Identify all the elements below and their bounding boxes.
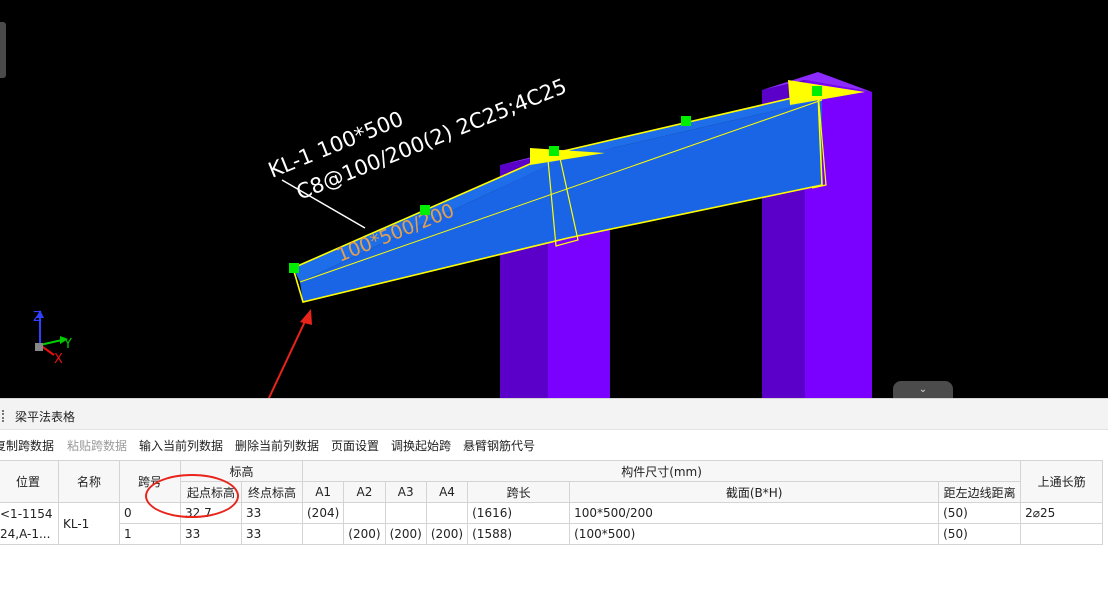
annotation-arrow-line <box>267 314 309 398</box>
header-dimensions[interactable]: 构件尺寸(mm) <box>301 460 1022 482</box>
chevron-down-icon: ⌄ <box>918 384 928 395</box>
grip-point-start[interactable] <box>289 263 299 273</box>
cell-top-bar[interactable]: 2⌀25 <box>1020 502 1104 524</box>
annotation-ellipse <box>145 474 239 518</box>
grip-point-mid2[interactable] <box>549 146 559 156</box>
grip-point-mid1[interactable] <box>420 205 430 215</box>
annotation-arrow-head <box>300 309 312 325</box>
paste-span-data-button[interactable]: 粘贴跨数据 <box>67 437 127 454</box>
axis-x-label: X <box>54 352 63 367</box>
header-section[interactable]: 截面(B*H) <box>569 481 940 503</box>
cell-span-len[interactable]: (1616) <box>467 502 571 524</box>
header-end-elev[interactable]: 终点标高 <box>241 481 303 503</box>
cantilever-rebar-code-button[interactable]: 悬臂钢筋代号 <box>463 437 535 454</box>
cell-a3[interactable]: (200) <box>384 523 427 545</box>
header-top-bar[interactable]: 上通长筋 <box>1020 460 1104 503</box>
cell-span-len[interactable]: (1588) <box>467 523 571 545</box>
cell-edge-dist[interactable]: (50) <box>938 502 1022 524</box>
input-column-data-button[interactable]: 输入当前列数据 <box>139 437 223 454</box>
side-panel-tab[interactable] <box>0 22 6 78</box>
header-a4[interactable]: A4 <box>425 481 469 503</box>
grip-point-end[interactable] <box>812 86 822 96</box>
header-a3[interactable]: A3 <box>384 481 427 503</box>
header-a2[interactable]: A2 <box>343 481 386 503</box>
panel-title-bar[interactable]: 梁平法表格 <box>0 398 1108 430</box>
drag-grip-icon[interactable] <box>2 410 6 422</box>
cell-edge-dist[interactable]: (50) <box>938 523 1022 545</box>
cell-section[interactable]: (100*500) <box>569 523 940 545</box>
cell-end-elev[interactable]: 33 <box>241 523 303 545</box>
table-toolbar: 复制跨数据 粘贴跨数据 输入当前列数据 删除当前列数据 页面设置 调换起始跨 悬… <box>0 434 1108 456</box>
axis-z-label: Z <box>33 310 42 325</box>
panel-title: 梁平法表格 <box>15 410 76 424</box>
collapse-panel-button[interactable]: ⌄ <box>893 381 953 398</box>
cell-a4[interactable] <box>425 502 469 524</box>
cell-name[interactable]: KL-1 <box>58 502 120 545</box>
page-setup-button[interactable]: 页面设置 <box>331 437 379 454</box>
header-position[interactable]: 位置 <box>0 460 59 503</box>
axis-gizmo: Z Y X <box>33 310 72 367</box>
cell-position[interactable]: <1-1154 24,A-1... <box>0 502 59 545</box>
header-edge-dist[interactable]: 距左边线距离 <box>938 481 1022 503</box>
delete-column-data-button[interactable]: 删除当前列数据 <box>235 437 319 454</box>
cell-end-elev[interactable]: 33 <box>241 502 303 524</box>
viewport-canvas[interactable]: KL-1 100*500 C8@100/200(2) 2C25;4C25 100… <box>0 0 1108 398</box>
header-a1[interactable]: A1 <box>301 481 345 503</box>
axis-y-label: Y <box>63 337 72 352</box>
3d-viewport[interactable]: KL-1 100*500 C8@100/200(2) 2C25;4C25 100… <box>0 0 1108 398</box>
header-span-len[interactable]: 跨长 <box>467 481 571 503</box>
cell-top-bar-empty[interactable] <box>1020 523 1104 545</box>
cell-a1[interactable] <box>301 523 345 545</box>
cell-a1[interactable]: (204) <box>301 502 345 524</box>
cell-a2[interactable] <box>343 502 386 524</box>
cell-start-elev[interactable]: 33 <box>180 523 242 545</box>
copy-span-data-button[interactable]: 复制跨数据 <box>0 437 54 454</box>
cell-span[interactable]: 1 <box>119 523 181 545</box>
cell-a3[interactable] <box>384 502 427 524</box>
table-row: 1 33 33 (200) (200) (200) (1588) (100*50… <box>0 523 1104 545</box>
swap-start-span-button[interactable]: 调换起始跨 <box>391 437 451 454</box>
cell-section[interactable]: 100*500/200 <box>569 502 940 524</box>
grip-point-mid3[interactable] <box>681 116 691 126</box>
cell-a2[interactable]: (200) <box>343 523 386 545</box>
header-name[interactable]: 名称 <box>58 460 120 503</box>
cell-a4[interactable]: (200) <box>425 523 469 545</box>
